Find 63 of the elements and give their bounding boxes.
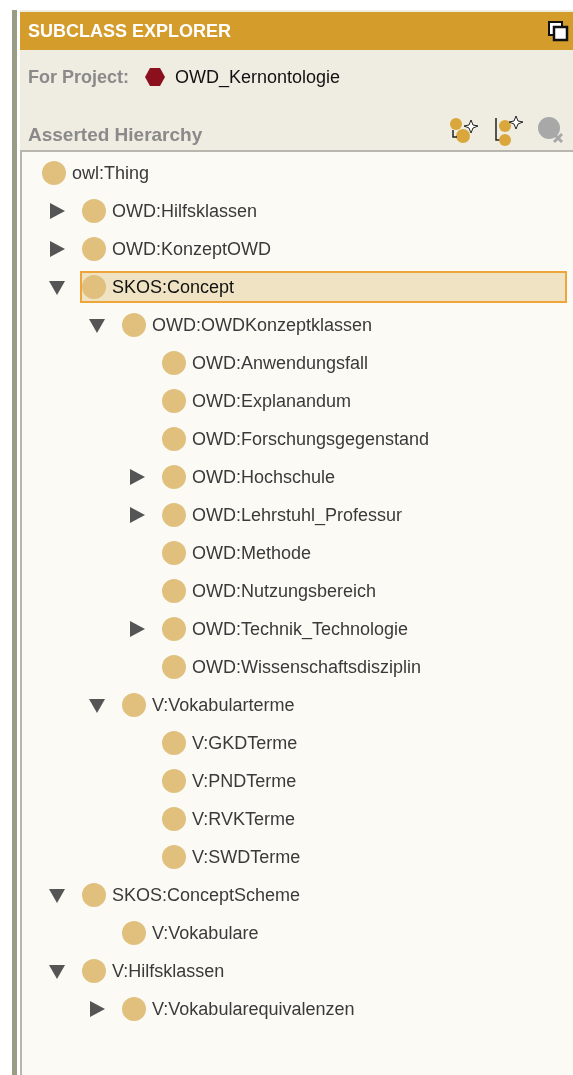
class-icon	[162, 503, 186, 527]
tree-node[interactable]: V:PNDTerme	[160, 765, 305, 797]
project-name: OWD_Kernontologie	[175, 66, 341, 88]
class-icon	[162, 389, 186, 413]
class-icon	[162, 655, 186, 679]
class-icon	[122, 921, 146, 945]
collapsed-arrow-icon[interactable]	[128, 506, 146, 524]
tree-node[interactable]: OWD:Methode	[160, 537, 320, 569]
hexagon-icon	[145, 67, 165, 87]
expanded-arrow-icon[interactable]	[88, 696, 106, 714]
tree-node[interactable]: OWD:Nutzungsbereich	[160, 575, 385, 607]
hierarchy-title: Asserted Hierarchy	[28, 124, 203, 146]
collapsed-arrow-icon[interactable]	[48, 240, 66, 258]
tree-node[interactable]: V:GKDTerme	[160, 727, 306, 759]
tree-node[interactable]: V:SWDTerme	[160, 841, 309, 873]
tree-node[interactable]: SKOS:ConceptScheme	[80, 879, 309, 911]
collapsed-arrow-icon[interactable]	[128, 620, 146, 638]
class-icon	[82, 959, 106, 983]
class-icon	[162, 351, 186, 375]
class-icon	[162, 769, 186, 793]
tree-node[interactable]: V:Vokabulare	[120, 917, 267, 949]
class-icon	[122, 313, 146, 337]
class-icon	[82, 275, 106, 299]
tree-node[interactable]: owl:Thing	[40, 157, 158, 189]
tree-node[interactable]: V:Vokabularequivalenzen	[120, 993, 363, 1025]
expanded-arrow-icon[interactable]	[48, 962, 66, 980]
tree-node[interactable]: OWD:Technik_Technologie	[160, 613, 417, 645]
class-icon	[162, 427, 186, 451]
expanded-arrow-icon[interactable]	[48, 886, 66, 904]
tree-node[interactable]: OWD:Hilfsklassen	[80, 195, 266, 227]
tree-node[interactable]: OWD:Lehrstuhl_Professur	[160, 499, 411, 531]
class-icon	[162, 731, 186, 755]
class-icon	[42, 161, 66, 185]
collapsed-arrow-icon[interactable]	[48, 202, 66, 220]
maximize-icon[interactable]	[547, 20, 569, 42]
tree-node[interactable]: V:Vokabularterme	[120, 689, 303, 721]
collapsed-arrow-icon[interactable]	[128, 468, 146, 486]
class-icon	[162, 465, 186, 489]
project-label: For Project:	[28, 66, 129, 88]
class-icon	[162, 845, 186, 869]
class-icon	[162, 807, 186, 831]
class-icon	[82, 199, 106, 223]
tree-node[interactable]: SKOS:Concept	[80, 271, 567, 303]
class-icon	[162, 541, 186, 565]
tree-node[interactable]: OWD:Wissenschaftsdisziplin	[160, 651, 430, 683]
tree-node[interactable]: OWD:Explanandum	[160, 385, 360, 417]
class-icon	[162, 617, 186, 641]
tree-node[interactable]: OWD:OWDKonzeptklassen	[120, 309, 381, 341]
tree-node[interactable]: V:Hilfsklassen	[80, 955, 233, 987]
tree-node[interactable]: OWD:Forschungsgegenstand	[160, 423, 438, 455]
collapsed-arrow-icon[interactable]	[88, 1000, 106, 1018]
class-icon	[82, 237, 106, 261]
tree-node[interactable]: OWD:KonzeptOWD	[80, 233, 280, 265]
class-icon	[122, 693, 146, 717]
tree-node[interactable]: V:RVKTerme	[160, 803, 304, 835]
expanded-arrow-icon[interactable]	[48, 278, 66, 296]
class-icon	[122, 997, 146, 1021]
panel-title: SUBCLASS EXPLORER	[28, 20, 232, 42]
tree-node[interactable]: OWD:Anwendungsfall	[160, 347, 377, 379]
class-icon	[162, 579, 186, 603]
expanded-arrow-icon[interactable]	[88, 316, 106, 334]
class-icon	[82, 883, 106, 907]
tree-node[interactable]: OWD:Hochschule	[160, 461, 344, 493]
